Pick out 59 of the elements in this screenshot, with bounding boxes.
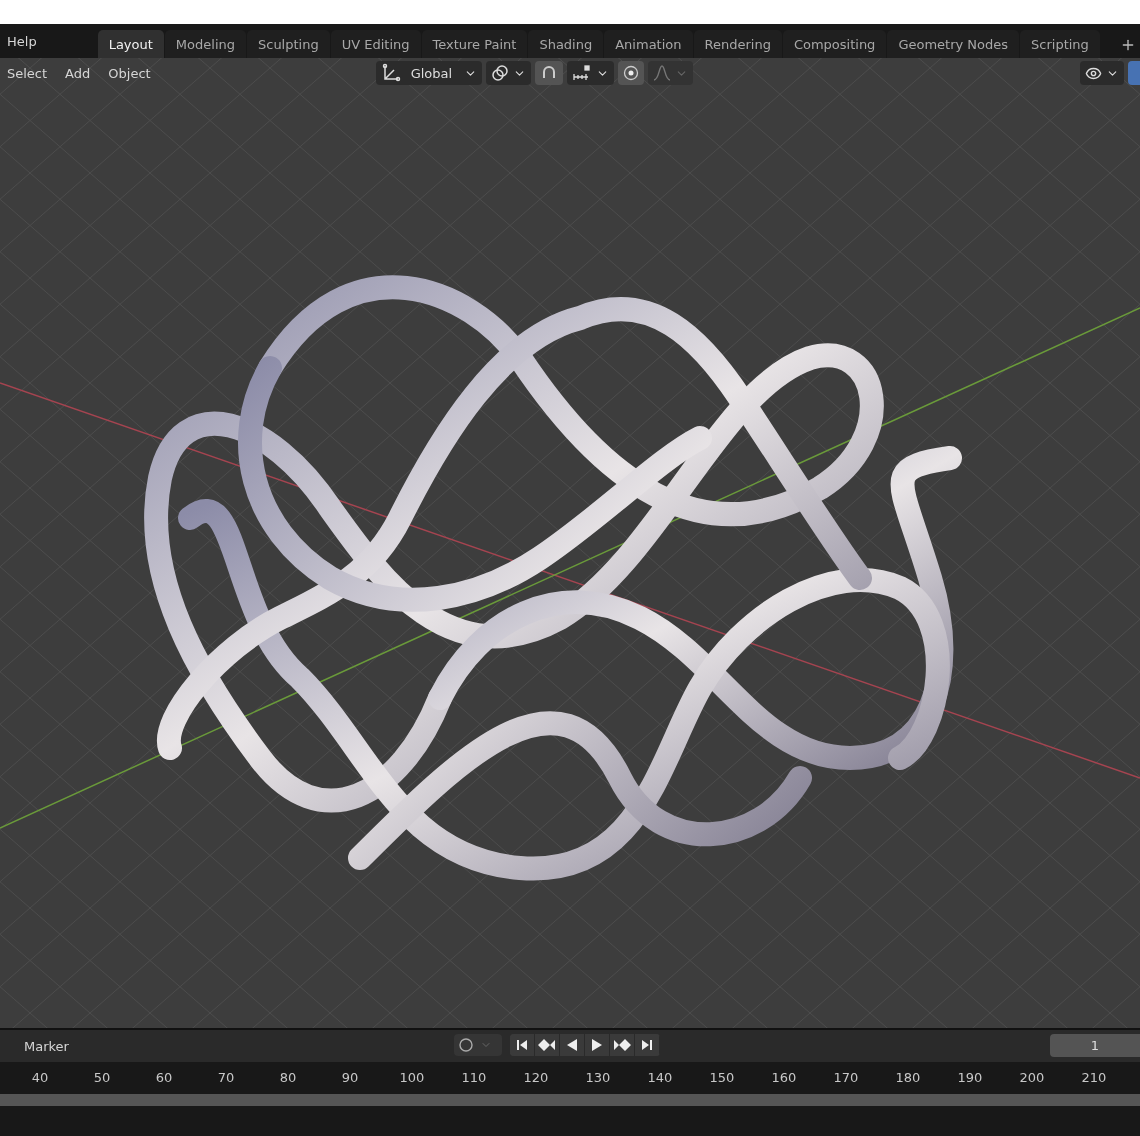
diamond-arrow-left-icon [538,1038,556,1052]
play-icon [590,1038,604,1052]
transform-orientation-dropdown[interactable]: Global [375,61,483,85]
orientation-label: Global [409,65,454,81]
frame-number: 40 [30,1069,50,1085]
workspace-tab[interactable]: UV Editing [330,30,421,58]
menu-item[interactable]: Add [58,58,98,88]
target-circle-icon [623,65,640,81]
frame-number: 140 [646,1069,674,1085]
workspace-tab[interactable]: Layout [97,30,164,58]
frame-number: 50 [92,1069,112,1085]
frame-number: 170 [832,1069,860,1085]
frame-number: 200 [1018,1069,1046,1085]
axes-icon [380,63,401,83]
gizmo-toggle[interactable] [1128,61,1140,85]
frame-number: 210 [1080,1069,1108,1085]
frame-number: 80 [278,1069,298,1085]
frame-number: 130 [584,1069,612,1085]
frame-number: 110 [460,1069,488,1085]
frame-number: 180 [894,1069,922,1085]
falloff-curve-icon [653,64,672,82]
frame-number: 70 [216,1069,236,1085]
skip-to-end-icon [640,1038,654,1052]
3d-viewport[interactable]: Select Add Object Global [0,58,1140,1028]
frame-number: 150 [708,1069,736,1085]
selectability-dropdown[interactable] [1080,61,1124,85]
workspace-tab[interactable]: Animation [604,30,693,58]
workspace-tab[interactable]: Modeling [164,30,246,58]
play-reverse-icon [565,1038,579,1052]
frame-number: 120 [522,1069,550,1085]
workspace-tab[interactable]: Shading [528,30,604,58]
menu-item[interactable]: Help [0,24,44,58]
workspace-tab[interactable]: Texture Paint [421,30,528,58]
record-circle-icon [458,1037,474,1053]
frame-number: 60 [154,1069,174,1085]
frame-number: 160 [770,1069,798,1085]
workspace-tab[interactable]: Geometry Nodes [887,30,1020,58]
snap-target-dropdown[interactable] [567,61,615,85]
snap-toggle[interactable] [535,61,564,85]
menu-item[interactable]: Marker [17,1031,76,1061]
previous-keyframe-button[interactable] [535,1034,560,1056]
workspace-tab[interactable]: Compositing [782,30,887,58]
link-rings-icon [491,64,510,82]
workspace-tab[interactable]: Sculpting [247,30,330,58]
workspace-tab[interactable]: Rendering [693,30,782,58]
diamond-arrow-right-icon [613,1038,631,1052]
frame-number: 90 [340,1069,360,1085]
pivot-point-dropdown[interactable] [486,61,532,85]
workspace-tab[interactable]: Scripting [1020,30,1100,58]
current-frame-field[interactable]: 1 [1050,1034,1140,1057]
proportional-editing-toggle[interactable] [618,61,645,85]
skip-to-start-icon [515,1038,529,1052]
frame-number: 100 [398,1069,426,1085]
increment-ruler-icon [572,64,593,82]
menu-item[interactable]: Select [0,58,55,88]
menu-item[interactable]: Object [101,58,158,88]
frame-number: 190 [956,1069,984,1085]
auto-keying-button[interactable] [454,1034,502,1056]
add-workspace-button[interactable] [1120,37,1136,53]
